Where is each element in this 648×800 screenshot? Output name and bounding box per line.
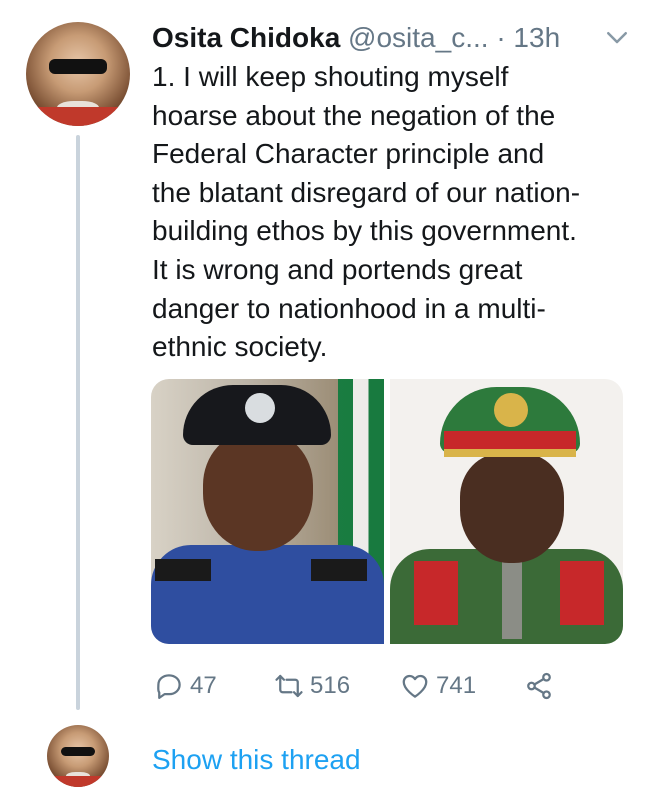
- reply-button[interactable]: 47: [154, 666, 217, 706]
- officer-face: [460, 453, 564, 563]
- retweet-count: 516: [310, 672, 351, 699]
- sunglasses: [60, 747, 96, 756]
- cap-band: [444, 431, 576, 449]
- show-thread-link[interactable]: Show this thread: [152, 740, 361, 780]
- shirt: [47, 775, 109, 787]
- like-button[interactable]: 741: [400, 666, 476, 706]
- separator-dot: ·: [496, 22, 506, 53]
- reply-count: 47: [190, 672, 217, 699]
- author-avatar[interactable]: [26, 22, 130, 126]
- tweet-text: 1. I will keep shouting myself hoarse ab…: [152, 61, 581, 363]
- cap-crest: [494, 393, 528, 427]
- epaulette-right: [311, 559, 367, 581]
- author-handle[interactable]: @osita_c...: [348, 22, 488, 53]
- tie: [502, 559, 522, 639]
- retweet-button[interactable]: 516: [274, 666, 350, 706]
- shirt: [26, 107, 130, 126]
- cap-braid: [444, 449, 576, 457]
- author-name[interactable]: Osita Chidoka: [152, 22, 340, 53]
- tweet-media[interactable]: [151, 379, 623, 644]
- chevron-down-icon[interactable]: [602, 22, 632, 52]
- epaulette-right: [560, 561, 604, 625]
- epaulette-left: [414, 561, 458, 625]
- share-icon: [527, 672, 551, 700]
- tweet-header: Osita Chidoka @osita_c... · 13h: [152, 18, 632, 58]
- tweet-time[interactable]: 13h: [513, 22, 560, 53]
- thread-connector-line: [76, 135, 80, 710]
- tweet-actions: 47 516 741: [152, 666, 572, 706]
- heart-icon: [402, 674, 428, 698]
- share-button[interactable]: [524, 666, 554, 706]
- like-count: 741: [436, 672, 477, 699]
- sunglasses: [48, 59, 108, 74]
- retweet-icon: [275, 674, 303, 698]
- officer-face: [203, 431, 313, 551]
- photo-army-officer[interactable]: [390, 379, 623, 644]
- cap-badge: [245, 393, 275, 423]
- author-avatar-small[interactable]: [47, 725, 109, 787]
- photo-police-officer[interactable]: [151, 379, 384, 644]
- reply-icon: [157, 674, 181, 699]
- epaulette-left: [155, 559, 211, 581]
